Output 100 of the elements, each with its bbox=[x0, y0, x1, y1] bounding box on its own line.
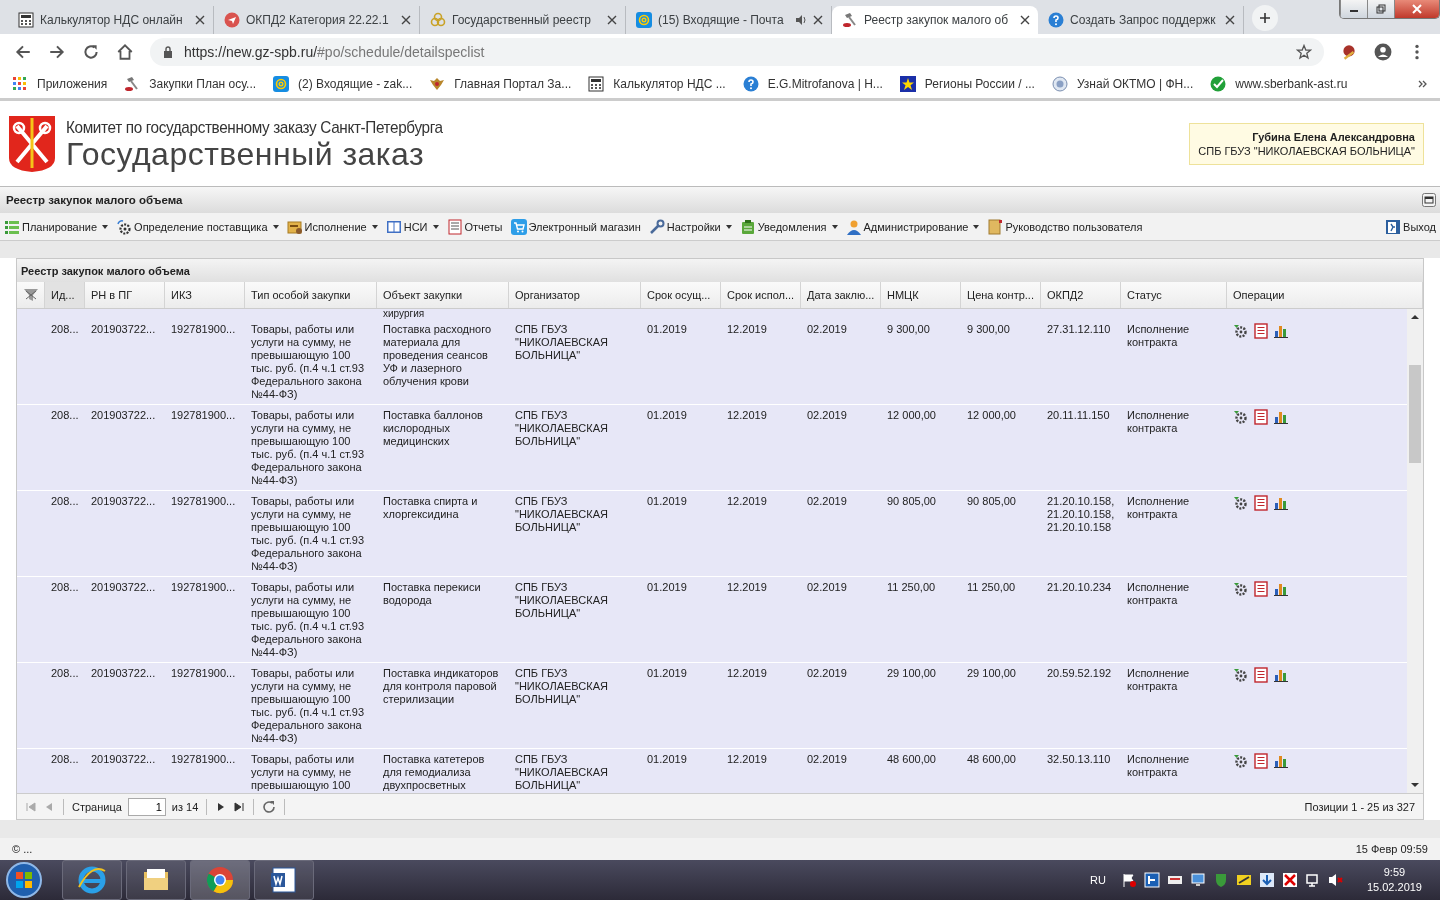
document-icon[interactable] bbox=[1253, 495, 1269, 511]
close-icon[interactable] bbox=[1225, 15, 1235, 25]
taskbar-button[interactable] bbox=[62, 860, 122, 900]
bookmark[interactable]: Узнай ОКТМО | ФН... bbox=[1051, 76, 1194, 92]
taskbar-button[interactable] bbox=[254, 860, 314, 900]
column-header[interactable]: Ид... bbox=[45, 282, 85, 308]
bar-chart-icon[interactable] bbox=[1273, 495, 1289, 511]
scroll-up-icon[interactable] bbox=[1411, 313, 1419, 321]
bar-chart-icon[interactable] bbox=[1273, 753, 1289, 769]
taskbar-button[interactable] bbox=[190, 860, 250, 900]
gear-icon[interactable] bbox=[1233, 581, 1249, 597]
menu-item[interactable]: Уведомления bbox=[739, 218, 838, 235]
menu-item[interactable]: Руководство пользователя bbox=[987, 218, 1143, 235]
close-icon[interactable] bbox=[813, 15, 823, 25]
document-icon[interactable] bbox=[1253, 753, 1269, 769]
new-tab-button[interactable] bbox=[1252, 5, 1278, 31]
bar-chart-icon[interactable] bbox=[1273, 667, 1289, 683]
bookmark[interactable]: Калькулятор НДС ... bbox=[588, 76, 726, 92]
browser-tab[interactable]: Реестр закупок малого об bbox=[832, 6, 1038, 34]
language-indicator[interactable]: RU bbox=[1090, 874, 1106, 886]
menu-item[interactable]: Администрирование bbox=[845, 218, 980, 235]
start-button[interactable] bbox=[4, 860, 44, 900]
muted-speaker-icon[interactable] bbox=[1327, 872, 1344, 888]
profile-icon[interactable] bbox=[1374, 43, 1392, 61]
network-icon[interactable] bbox=[1304, 872, 1321, 888]
menu-item[interactable]: Настройки bbox=[648, 218, 732, 235]
table-row[interactable] bbox=[17, 491, 1407, 577]
scroll-thumb[interactable] bbox=[1409, 365, 1421, 463]
menu-item[interactable]: Исполнение bbox=[286, 218, 378, 235]
gear-icon[interactable] bbox=[1233, 323, 1249, 339]
gear-icon[interactable] bbox=[1233, 495, 1249, 511]
maximize-icon[interactable] bbox=[1422, 193, 1436, 207]
menu-item[interactable]: Определение поставщика bbox=[116, 218, 279, 235]
gear-icon[interactable] bbox=[1233, 753, 1249, 769]
close-icon[interactable] bbox=[607, 15, 617, 25]
bar-chart-icon[interactable] bbox=[1273, 323, 1289, 339]
column-header[interactable]: НМЦК bbox=[881, 282, 961, 308]
refresh-icon[interactable] bbox=[262, 799, 277, 814]
bookmark[interactable]: E.G.Mitrofanova | Н... bbox=[742, 76, 883, 92]
back-icon[interactable] bbox=[14, 43, 32, 61]
bar-chart-icon[interactable] bbox=[1273, 409, 1289, 425]
close-icon[interactable] bbox=[195, 15, 205, 25]
column-header[interactable]: Объект закупки bbox=[377, 282, 509, 308]
menu-item[interactable]: Планирование bbox=[4, 218, 109, 235]
column-header[interactable]: Дата заклю... bbox=[801, 282, 881, 308]
scrollbar[interactable] bbox=[1407, 309, 1423, 793]
address-field[interactable]: https://new.gz-spb.ru/#po/schedule/detailspeclist bbox=[150, 38, 1324, 66]
table-row[interactable] bbox=[17, 319, 1407, 405]
bookmark[interactable]: Регионы России / ... bbox=[899, 76, 1035, 92]
bookmark-star-icon[interactable] bbox=[1296, 44, 1312, 60]
monitor-icon[interactable] bbox=[1189, 872, 1206, 888]
column-header[interactable]: Статус bbox=[1121, 282, 1227, 308]
column-header[interactable]: ОКПД2 bbox=[1041, 282, 1121, 308]
column-header[interactable]: РН в ПГ bbox=[85, 282, 165, 308]
extension-icon[interactable] bbox=[1340, 43, 1358, 61]
document-icon[interactable] bbox=[1253, 667, 1269, 683]
column-header[interactable]: Срок осущ... bbox=[641, 282, 721, 308]
document-icon[interactable] bbox=[1253, 409, 1269, 425]
menu-item[interactable]: Электронный магазин bbox=[510, 218, 641, 235]
bookmark[interactable]: Приложения bbox=[12, 76, 108, 92]
close-icon[interactable] bbox=[1020, 15, 1030, 25]
antivirus-icon[interactable] bbox=[1281, 872, 1298, 888]
download-icon[interactable] bbox=[1258, 872, 1275, 888]
column-header[interactable]: ИКЗ bbox=[165, 282, 245, 308]
taskbar-button[interactable] bbox=[126, 860, 186, 900]
menu-item[interactable]: Отчеты bbox=[446, 218, 503, 235]
reload-icon[interactable] bbox=[82, 43, 100, 61]
bar-chart-icon[interactable] bbox=[1273, 581, 1289, 597]
restore-button[interactable] bbox=[1367, 0, 1394, 18]
last-page-icon[interactable] bbox=[233, 800, 246, 813]
column-header[interactable]: Тип особой закупки bbox=[245, 282, 377, 308]
minimize-button[interactable] bbox=[1340, 0, 1367, 18]
bookmark[interactable]: www.sberbank-ast.ru bbox=[1210, 76, 1348, 92]
scroll-down-icon[interactable] bbox=[1411, 781, 1419, 789]
home-icon[interactable] bbox=[116, 43, 134, 61]
gear-icon[interactable] bbox=[1233, 667, 1249, 683]
clock[interactable]: 9:59 15.02.2019 bbox=[1366, 865, 1422, 895]
column-header[interactable]: Цена контр... bbox=[961, 282, 1041, 308]
flag-icon[interactable] bbox=[1120, 872, 1137, 888]
table-row[interactable] bbox=[17, 405, 1407, 491]
table-row[interactable] bbox=[17, 577, 1407, 663]
table-row[interactable] bbox=[17, 663, 1407, 749]
forward-icon[interactable] bbox=[48, 43, 66, 61]
tray-app-icon[interactable] bbox=[1143, 872, 1160, 888]
more-bookmarks-icon[interactable] bbox=[1418, 79, 1428, 89]
document-icon[interactable] bbox=[1253, 323, 1269, 339]
bookmark[interactable]: Главная Портал За... bbox=[429, 76, 572, 92]
menu-item[interactable]: НСИ bbox=[385, 218, 439, 235]
gear-icon[interactable] bbox=[1233, 409, 1249, 425]
close-icon[interactable] bbox=[401, 15, 411, 25]
page-number-field[interactable]: 1 bbox=[127, 797, 166, 816]
bookmark[interactable]: Закупки План осу... bbox=[124, 76, 257, 92]
tray-app-icon[interactable] bbox=[1235, 872, 1252, 888]
document-icon[interactable] bbox=[1253, 581, 1269, 597]
exit-button[interactable]: Выход bbox=[1385, 218, 1436, 235]
column-header[interactable]: Операции bbox=[1227, 282, 1423, 308]
column-header[interactable]: Организатор bbox=[509, 282, 641, 308]
bookmark[interactable]: (2) Входящие - zak... bbox=[273, 76, 413, 92]
close-window-button[interactable] bbox=[1394, 0, 1439, 18]
column-header[interactable]: Срок испол... bbox=[721, 282, 801, 308]
